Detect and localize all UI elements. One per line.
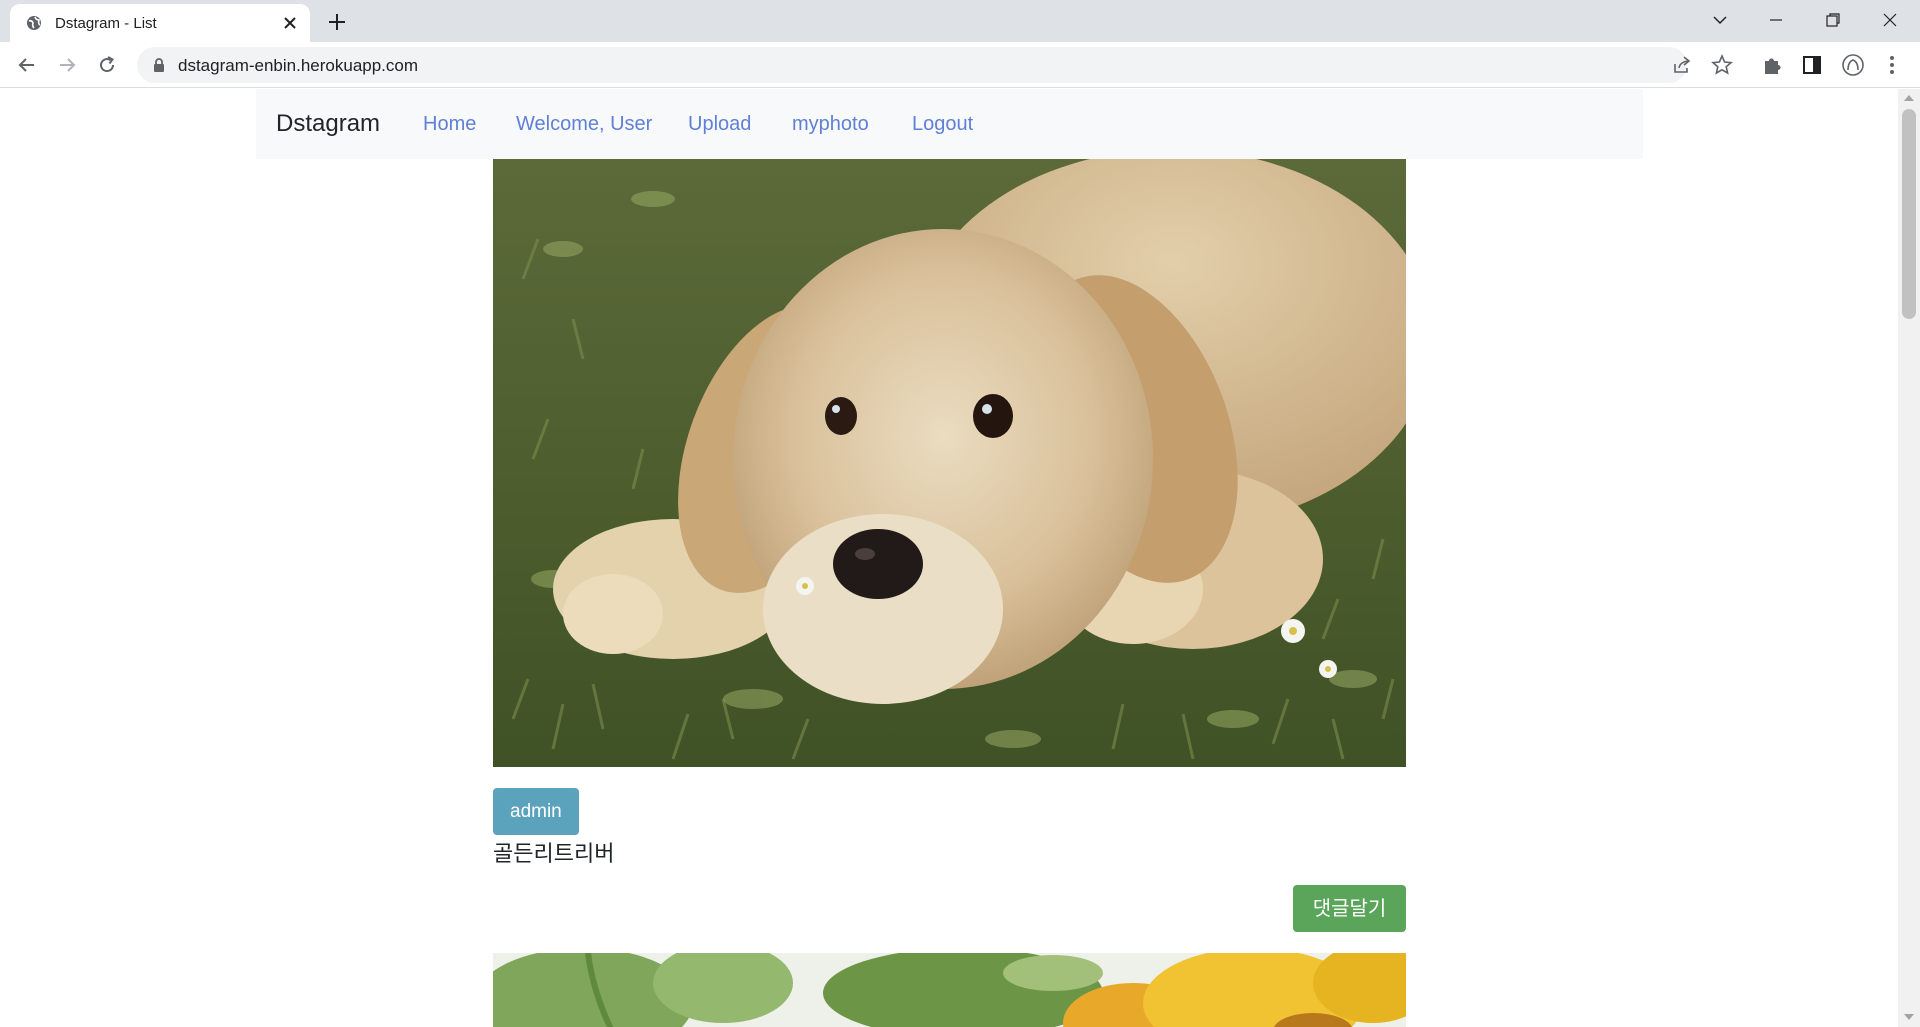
reload-button[interactable] [92, 50, 122, 80]
post-photo [493, 159, 1406, 767]
sunflower-photo [493, 953, 1406, 1027]
arrow-right-icon [60, 58, 76, 72]
scroll-up-arrow-icon[interactable] [1904, 95, 1914, 101]
browser-tab[interactable]: Dstagram - List [10, 4, 310, 42]
nav-link-myphoto[interactable]: myphoto [792, 113, 869, 136]
more-menu-icon[interactable] [1880, 53, 1904, 77]
close-tab-icon[interactable] [280, 13, 300, 33]
forward-button[interactable] [52, 50, 82, 80]
page-scrollbar[interactable] [1898, 89, 1920, 1027]
post-caption: 골든리트리버 [493, 842, 615, 867]
back-button[interactable] [12, 50, 42, 80]
restore-button[interactable] [1805, 0, 1861, 40]
scroll-down-arrow-icon[interactable] [1904, 1014, 1914, 1020]
nav-link-welcome[interactable]: Welcome, User [516, 113, 652, 136]
restore-icon [1826, 13, 1840, 27]
tab-search-button[interactable] [1692, 0, 1748, 40]
tab-title: Dstagram - List [55, 15, 157, 32]
chevron-down-icon [1713, 16, 1727, 25]
lock-icon[interactable] [151, 57, 167, 73]
minimize-icon [1770, 19, 1782, 21]
profile-avatar-icon[interactable] [1841, 53, 1865, 77]
extensions-puzzle-icon[interactable] [1761, 53, 1785, 77]
globe-icon [27, 16, 41, 30]
side-panel-icon[interactable] [1800, 53, 1824, 77]
site-navbar: Dstagram Home Welcome, User Upload mypho… [256, 89, 1643, 159]
url-text[interactable]: dstagram-enbin.herokuapp.com [178, 56, 418, 76]
address-bar[interactable]: dstagram-enbin.herokuapp.com [137, 47, 1733, 83]
browser-tabstrip: Dstagram - List [0, 0, 1920, 42]
nav-link-logout[interactable]: Logout [912, 113, 973, 136]
nav-link-home[interactable]: Home [423, 113, 476, 136]
close-icon [1883, 13, 1897, 27]
scroll-thumb[interactable] [1902, 109, 1916, 319]
browser-toolbar: dstagram-enbin.herokuapp.com [0, 42, 1920, 88]
new-tab-icon[interactable] [324, 9, 350, 35]
reload-icon [100, 56, 115, 73]
site-brand[interactable]: Dstagram [276, 110, 380, 138]
comment-button[interactable]: 댓글달기 [1293, 885, 1406, 932]
post-photo-2 [493, 953, 1406, 1027]
nav-link-upload[interactable]: Upload [688, 113, 751, 136]
share-icon[interactable] [1671, 54, 1693, 76]
minimize-button[interactable] [1748, 0, 1804, 40]
puppy-photo [493, 159, 1406, 767]
arrow-left-icon [18, 58, 34, 72]
bookmark-star-icon[interactable] [1711, 54, 1733, 76]
author-badge[interactable]: admin [493, 788, 579, 835]
page-viewport: Dstagram Home Welcome, User Upload mypho… [0, 89, 1898, 1027]
close-window-button[interactable] [1862, 0, 1918, 40]
